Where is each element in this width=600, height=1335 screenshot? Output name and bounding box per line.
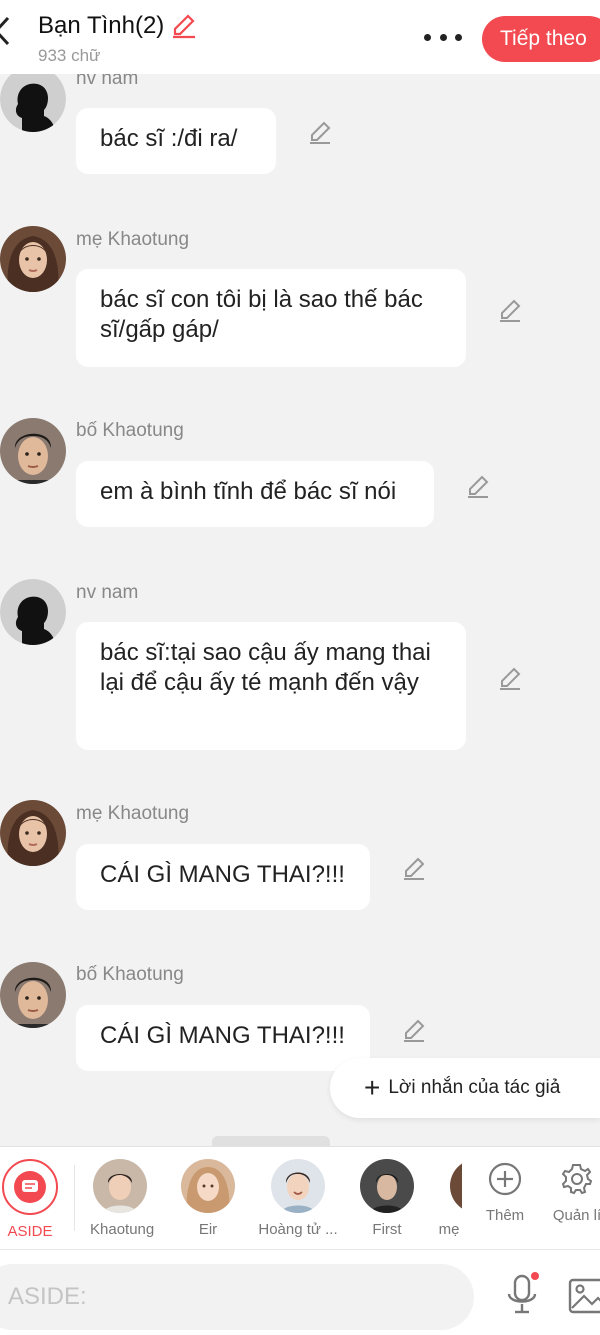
character-aside[interactable]: ASIDE [2, 1159, 58, 1240]
message-bubble[interactable]: CÁI GÌ MANG THAI?!!! [76, 844, 370, 910]
avatar[interactable] [0, 226, 66, 292]
next-button[interactable]: Tiếp theo [482, 16, 600, 62]
add-character-button[interactable]: Thêm [478, 1161, 532, 1224]
character-me[interactable]: mẹ [436, 1159, 462, 1238]
sender-name: bố Khaotung [76, 964, 184, 985]
edit-pencil-icon[interactable] [400, 854, 428, 882]
sender-name: bố Khaotung [76, 420, 184, 441]
plus-icon: + [364, 1072, 381, 1103]
character-bar: ASIDE Khaotung Eir Hoàng tử ... First mẹ [0, 1146, 600, 1250]
avatar [271, 1159, 325, 1213]
avatar[interactable] [0, 800, 66, 866]
character-label: Hoàng tử ... [258, 1221, 338, 1238]
manage-button[interactable]: Quản lí [550, 1161, 600, 1224]
input-bar [0, 1250, 600, 1335]
character-first[interactable]: First [360, 1159, 414, 1238]
edit-pencil-icon[interactable] [464, 472, 492, 500]
word-count: 933 chữ [38, 46, 101, 65]
add-circle-icon [488, 1162, 522, 1196]
avatar [450, 1159, 462, 1213]
sender-name: nv nam [76, 582, 139, 603]
message-bubble[interactable]: bác sĩ:tại sao cậu ấy mang thai lại để c… [76, 622, 466, 750]
avatar[interactable] [0, 418, 66, 484]
divider [74, 1165, 75, 1231]
edit-pencil-icon[interactable] [306, 118, 334, 146]
more-options-icon[interactable] [424, 26, 462, 48]
character-hoang-tu[interactable]: Hoàng tử ... [258, 1159, 338, 1238]
sender-name: mẹ Khaotung [76, 803, 190, 824]
character-label: First [372, 1221, 402, 1238]
character-label: mẹ [438, 1221, 460, 1238]
avatar[interactable] [0, 579, 66, 645]
message-bubble[interactable]: bác sĩ con tôi bị là sao thế bác sĩ/gấp … [76, 269, 466, 367]
avatar[interactable] [0, 66, 66, 132]
character-label: Khaotung [90, 1221, 155, 1238]
message-bubble[interactable]: CÁI GÌ MANG THAI?!!! [76, 1005, 370, 1071]
sender-name: mẹ Khaotung [76, 229, 190, 250]
message-bubble[interactable]: em à bình tĩnh để bác sĩ nói [76, 461, 434, 527]
avatar [360, 1159, 414, 1213]
edit-pencil-icon[interactable] [400, 1016, 428, 1044]
microphone-icon[interactable] [504, 1272, 540, 1320]
edit-title-icon[interactable] [170, 12, 198, 40]
back-arrow-icon[interactable] [0, 14, 14, 48]
message-input[interactable] [0, 1264, 474, 1330]
chat-area[interactable]: nv nam bác sĩ :/đi ra/ mẹ Khaotung bác s… [0, 0, 600, 1146]
manage-label: Quản lí [552, 1207, 600, 1224]
avatar [181, 1159, 235, 1213]
character-label: Eir [198, 1221, 218, 1238]
avatar [93, 1159, 147, 1213]
character-label: ASIDE [7, 1223, 53, 1240]
title-row: Bạn Tình(2) [38, 12, 198, 40]
message-bubble[interactable]: bác sĩ :/đi ra/ [76, 108, 276, 174]
avatar[interactable] [0, 962, 66, 1028]
aside-icon [2, 1159, 58, 1215]
image-icon[interactable] [568, 1278, 600, 1314]
character-eir[interactable]: Eir [181, 1159, 235, 1238]
add-label: Thêm [485, 1207, 525, 1224]
author-note-button[interactable]: + Lời nhắn của tác giả [330, 1058, 600, 1118]
page-title[interactable]: Bạn Tình(2) [38, 12, 164, 40]
author-note-label: Lời nhắn của tác giả [388, 1077, 561, 1098]
gear-icon [561, 1164, 593, 1195]
top-bar: Bạn Tình(2) 933 chữ Tiếp theo [0, 0, 600, 74]
edit-pencil-icon[interactable] [496, 296, 524, 324]
edit-pencil-icon[interactable] [496, 664, 524, 692]
character-khaotung[interactable]: Khaotung [90, 1159, 155, 1238]
